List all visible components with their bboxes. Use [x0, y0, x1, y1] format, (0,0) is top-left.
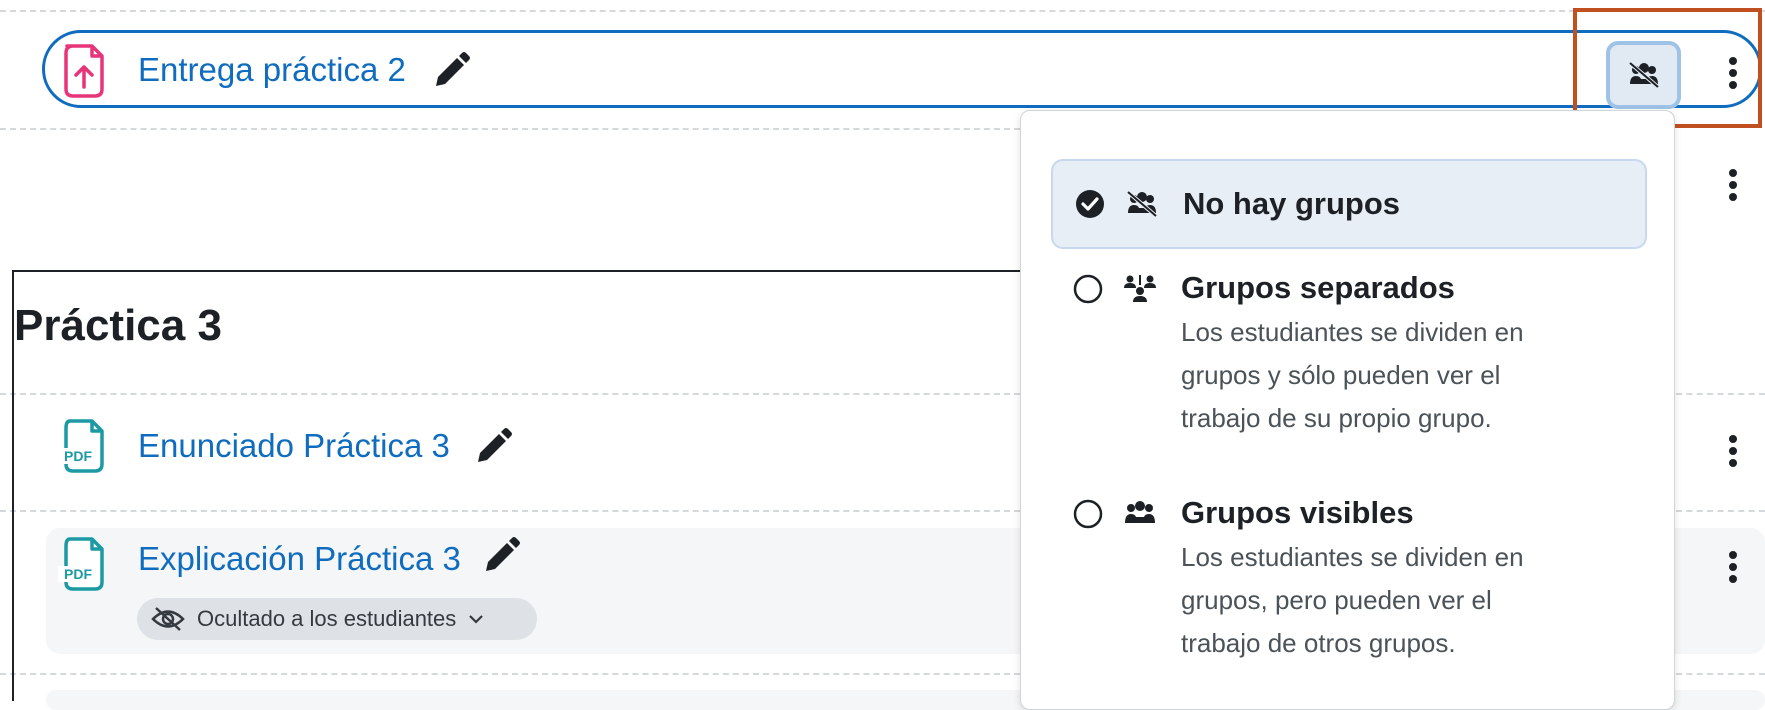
group-mode-label: No hay grupos [1183, 186, 1401, 221]
activity-actions-menu[interactable] [1721, 548, 1745, 588]
activity-actions-menu[interactable] [1721, 166, 1745, 206]
separator [0, 393, 1020, 395]
group-mode-description: Los estudiantes se dividen en grupos y s… [1181, 317, 1524, 433]
visibility-badge-label: Ocultado a los estudiantes [197, 606, 457, 631]
pdf-file-icon: PDF [58, 419, 104, 473]
separate-groups-icon [1124, 275, 1156, 302]
activity-actions-menu[interactable] [1721, 432, 1745, 472]
pencil-icon[interactable] [474, 428, 512, 466]
separator [0, 10, 1765, 12]
activity-link[interactable]: Explicación Práctica 3 [138, 539, 461, 579]
pdf-icon-text: PDF [64, 566, 92, 582]
pdf-icon-text: PDF [64, 448, 92, 464]
eye-slash-icon [151, 607, 185, 631]
group-mode-option-none[interactable]: No hay grupos [1051, 159, 1647, 249]
separator [0, 673, 1020, 675]
section-divider [12, 270, 1022, 272]
pdf-file-icon: PDF [58, 537, 104, 591]
separator [1676, 510, 1765, 512]
check-circle-icon [1076, 190, 1104, 218]
separator [0, 128, 1020, 130]
radio-empty-icon [1073, 499, 1103, 529]
activity-actions-menu[interactable] [1721, 54, 1745, 94]
separator [1676, 393, 1765, 395]
activity-link[interactable]: Entrega práctica 2 [138, 50, 406, 90]
assignment-upload-icon [64, 44, 104, 98]
group-mode-menu: No hay grupos Grupos separados Los estud… [1020, 110, 1675, 710]
radio-empty-icon [1073, 274, 1103, 304]
chevron-down-icon [469, 615, 484, 624]
visible-groups-icon [1125, 501, 1155, 523]
group-mode-label: Grupos separados [1181, 270, 1455, 305]
group-mode-label: Grupos visibles [1181, 495, 1414, 530]
group-mode-description: Los estudiantes se dividen en grupos, pe… [1181, 542, 1524, 658]
no-groups-icon [1126, 190, 1158, 218]
separator [1676, 673, 1765, 675]
pencil-icon[interactable] [432, 52, 470, 90]
separator [0, 510, 1020, 512]
activity-link[interactable]: Enunciado Práctica 3 [138, 426, 450, 466]
pencil-icon[interactable] [482, 537, 520, 575]
visibility-badge[interactable]: Ocultado a los estudiantes [137, 598, 537, 640]
group-mode-option-separate[interactable]: Grupos separados Los estudiantes se divi… [1051, 270, 1647, 451]
section-title: Práctica 3 [14, 301, 222, 350]
group-mode-option-visible[interactable]: Grupos visibles Los estudiantes se divid… [1051, 495, 1647, 676]
